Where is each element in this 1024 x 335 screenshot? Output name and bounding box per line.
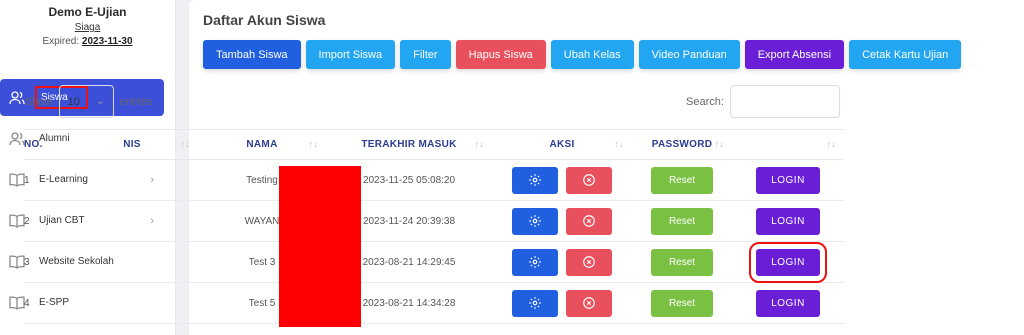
redacted-nis-block xyxy=(279,166,361,327)
cell-password: Reset xyxy=(632,159,732,201)
gear-icon xyxy=(528,215,541,227)
cetak-kartu-ujian-button[interactable]: Cetak Kartu Ujian xyxy=(849,40,962,69)
cell-aksi xyxy=(492,241,632,283)
gear-icon xyxy=(528,174,541,186)
cell-no: 3 xyxy=(24,241,66,283)
reset-password-button[interactable]: Reset xyxy=(651,207,713,235)
delete-button[interactable] xyxy=(566,248,613,276)
delete-button[interactable] xyxy=(566,289,613,317)
gear-icon xyxy=(528,297,541,309)
settings-button[interactable] xyxy=(511,207,558,235)
cell-login: LOGIN xyxy=(732,200,844,242)
cell-nis xyxy=(66,241,198,283)
cell-aksi xyxy=(492,200,632,242)
expiry-label: Expired: xyxy=(42,36,80,47)
sort-icon: ↑↓ xyxy=(614,139,624,149)
hapus-siswa-button[interactable]: Hapus Siswa xyxy=(455,40,546,69)
table-row: 4 Test 5 2023-08-21 14:34:28 Reset LOGIN xyxy=(24,282,844,324)
sort-icon: ↑↓ xyxy=(714,139,724,149)
cell-password: Reset xyxy=(632,200,732,242)
sort-icon: ↑↓ xyxy=(474,139,484,149)
close-circle-icon xyxy=(583,256,596,268)
column-header-password[interactable]: PASSWORD ↑↓ xyxy=(632,129,732,160)
entries-control: Show 10 ⌄ entries xyxy=(25,85,153,118)
cell-login: LOGIN xyxy=(732,159,844,201)
table-row: 1 Testing 2023-11-25 05:08:20 Reset LOGI… xyxy=(24,159,844,201)
cell-no: 2 xyxy=(24,200,66,242)
search-label: Search: xyxy=(686,95,724,108)
users-icon xyxy=(8,89,26,107)
brand-title: Demo E-Ujian xyxy=(48,5,127,19)
toolbar: Tambah Siswa Import Siswa Filter Hapus S… xyxy=(203,40,962,69)
reset-password-button[interactable]: Reset xyxy=(651,166,713,194)
cell-login: LOGIN xyxy=(732,282,844,324)
brand-subtitle-link[interactable]: Siaga xyxy=(0,22,175,33)
table-row: 2 WAYAN 2023-11-24 20:39:38 Reset LOGIN xyxy=(24,200,844,242)
expiry-date: 2023-11-30 xyxy=(81,36,133,47)
sort-icon: ↑↓ xyxy=(308,139,318,149)
settings-button[interactable] xyxy=(511,289,558,317)
table-header-row: NO. NIS ↑↓ NAMA ↑↓ TERAKHIR MASUK ↑↓ AKSI ↑↓… xyxy=(24,129,844,160)
gear-icon xyxy=(528,256,541,268)
expiry-info: Expired: 2023-11-30 xyxy=(0,36,175,47)
export-absensi-button[interactable]: Export Absensi xyxy=(744,40,845,69)
close-circle-icon xyxy=(583,215,596,227)
cell-password: Reset xyxy=(632,282,732,324)
cell-aksi xyxy=(492,282,632,324)
delete-button[interactable] xyxy=(566,166,613,194)
reset-password-button[interactable]: Reset xyxy=(651,248,713,276)
close-circle-icon xyxy=(583,174,596,186)
table-row: 3 Test 3 2023-08-21 14:29:45 Reset LOGIN xyxy=(24,241,844,283)
cell-login: LOGIN xyxy=(732,241,844,283)
cell-nis xyxy=(66,159,198,201)
sort-icon: ↑↓ xyxy=(826,139,836,149)
tambah-siswa-button[interactable]: Tambah Siswa xyxy=(203,40,301,69)
cell-nis xyxy=(66,282,198,324)
close-circle-icon xyxy=(583,297,596,309)
import-siswa-button[interactable]: Import Siswa xyxy=(305,40,396,69)
cell-no: 1 xyxy=(24,159,66,201)
ubah-kelas-button[interactable]: Ubah Kelas xyxy=(550,40,634,69)
show-label: Show xyxy=(25,95,53,108)
search-control: Search: xyxy=(686,85,840,118)
cell-no: 4 xyxy=(24,282,66,324)
video-panduan-button[interactable]: Video Panduan xyxy=(638,40,740,69)
login-button[interactable]: LOGIN xyxy=(756,207,820,235)
cell-aksi xyxy=(492,159,632,201)
column-header-login[interactable]: ↑↓ xyxy=(732,129,844,160)
entries-label: entries xyxy=(119,95,153,108)
column-header-nis[interactable]: NIS ↑↓ xyxy=(66,129,198,160)
settings-button[interactable] xyxy=(511,166,558,194)
reset-password-button[interactable]: Reset xyxy=(651,289,713,317)
settings-button[interactable] xyxy=(511,248,558,276)
brand: Demo E-Ujian Siaga Expired: 2023-11-30 xyxy=(0,0,175,47)
chevron-down-icon: ⌄ xyxy=(96,96,105,107)
search-input[interactable] xyxy=(729,85,840,118)
login-button-highlighted[interactable]: LOGIN xyxy=(749,241,827,283)
filter-button[interactable]: Filter xyxy=(400,40,451,69)
sort-icon: ↑↓ xyxy=(180,139,190,149)
students-table: NO. NIS ↑↓ NAMA ↑↓ TERAKHIR MASUK ↑↓ AKSI ↑↓… xyxy=(24,129,844,324)
delete-button[interactable] xyxy=(566,207,613,235)
column-header-nama[interactable]: NAMA ↑↓ xyxy=(198,129,326,160)
cell-password: Reset xyxy=(632,241,732,283)
entries-value: 10 xyxy=(67,95,80,108)
column-header-terakhir-masuk[interactable]: TERAKHIR MASUK ↑↓ xyxy=(326,129,492,160)
column-header-aksi[interactable]: AKSI ↑↓ xyxy=(492,129,632,160)
column-header-no[interactable]: NO. xyxy=(24,129,66,160)
entries-select[interactable]: 10 ⌄ xyxy=(58,85,114,118)
login-button[interactable]: LOGIN xyxy=(756,289,820,317)
page-title: Daftar Akun Siswa xyxy=(203,12,326,28)
login-button[interactable]: LOGIN xyxy=(756,166,820,194)
cell-nis xyxy=(66,200,198,242)
